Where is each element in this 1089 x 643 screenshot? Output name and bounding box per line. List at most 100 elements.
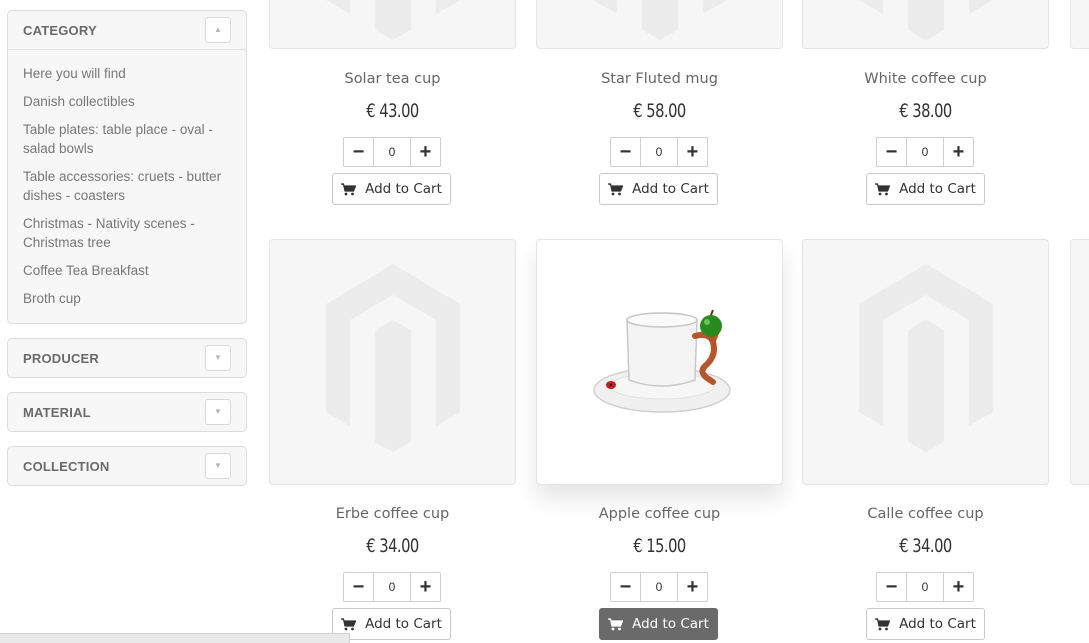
category-item[interactable]: Danish collectibles bbox=[23, 92, 231, 111]
category-filter-panel: CATEGORY ▲ Here you will find Danish col… bbox=[7, 10, 247, 324]
product-image-placeholder[interactable] bbox=[1070, 0, 1089, 49]
shopping-cart-icon bbox=[875, 182, 891, 195]
minus-icon: − bbox=[885, 575, 898, 598]
quantity-input[interactable] bbox=[907, 573, 943, 601]
category-item[interactable]: Coffee Tea Breakfast bbox=[23, 261, 231, 280]
category-item[interactable]: Broth cup bbox=[23, 289, 231, 308]
product-name[interactable]: Calle coffee cup bbox=[802, 506, 1049, 522]
placeholder-logo-icon bbox=[859, 0, 993, 40]
producer-filter-panel[interactable]: PRODUCER ▼ bbox=[7, 338, 247, 378]
decrease-quantity-button[interactable]: − bbox=[611, 573, 641, 601]
quantity-stepper: − + bbox=[343, 137, 441, 167]
product-name[interactable]: Star Fluted mug bbox=[536, 71, 783, 87]
shopping-cart-icon bbox=[875, 617, 891, 630]
product-image-placeholder[interactable] bbox=[1070, 239, 1089, 485]
chevron-down-icon: ▼ bbox=[214, 407, 222, 416]
quantity-stepper: − + bbox=[876, 137, 974, 167]
decrease-quantity-button[interactable]: − bbox=[877, 573, 907, 601]
shopping-cart-icon bbox=[341, 617, 357, 630]
material-filter-panel[interactable]: MATERIAL ▼ bbox=[7, 392, 247, 432]
plus-icon: + bbox=[686, 575, 699, 598]
decrease-quantity-button[interactable]: − bbox=[344, 573, 374, 601]
browser-status-bar bbox=[0, 633, 350, 643]
product-price: € 34.00 bbox=[899, 535, 952, 557]
producer-filter-header[interactable]: PRODUCER ▼ bbox=[8, 339, 246, 377]
add-to-cart-button[interactable]: Add to Cart bbox=[866, 608, 985, 640]
add-to-cart-button[interactable]: Add to Cart bbox=[599, 173, 718, 205]
placeholder-logo-icon bbox=[326, 0, 460, 40]
add-to-cart-label: Add to Cart bbox=[632, 616, 709, 632]
quantity-input[interactable] bbox=[374, 573, 410, 601]
category-item[interactable]: Here you will find bbox=[23, 64, 231, 83]
minus-icon: − bbox=[885, 140, 898, 163]
product-image[interactable] bbox=[536, 239, 783, 485]
add-to-cart-button[interactable]: Add to Cart bbox=[599, 608, 718, 640]
quantity-stepper: − + bbox=[876, 572, 974, 602]
plus-icon: + bbox=[686, 140, 699, 163]
plus-icon: + bbox=[952, 140, 965, 163]
add-to-cart-label: Add to Cart bbox=[899, 181, 976, 197]
decrease-quantity-button[interactable]: − bbox=[611, 138, 641, 166]
plus-icon: + bbox=[419, 140, 432, 163]
collapse-category-button[interactable]: ▲ bbox=[205, 17, 231, 43]
category-item[interactable]: Table plates: table place - oval - salad… bbox=[23, 120, 231, 158]
product-name[interactable]: Erbe coffee cup bbox=[269, 506, 516, 522]
product-price: € 58.00 bbox=[633, 100, 686, 122]
chevron-down-icon: ▼ bbox=[214, 353, 222, 362]
product-image-placeholder[interactable] bbox=[536, 0, 783, 49]
increase-quantity-button[interactable]: + bbox=[677, 138, 707, 166]
category-item[interactable]: Christmas - Nativity scenes - Christmas … bbox=[23, 214, 231, 252]
product-image-placeholder[interactable] bbox=[269, 239, 516, 485]
increase-quantity-button[interactable]: + bbox=[943, 573, 973, 601]
product-image-placeholder[interactable] bbox=[802, 0, 1049, 49]
expand-producer-button[interactable]: ▼ bbox=[205, 345, 231, 371]
shopping-cart-icon bbox=[608, 617, 624, 630]
collection-filter-panel[interactable]: COLLECTION ▼ bbox=[7, 446, 247, 486]
product-image-placeholder[interactable] bbox=[269, 0, 516, 49]
product-name[interactable]: White coffee cup bbox=[802, 71, 1049, 87]
increase-quantity-button[interactable]: + bbox=[943, 138, 973, 166]
add-to-cart-button[interactable]: Add to Cart bbox=[332, 173, 451, 205]
increase-quantity-button[interactable]: + bbox=[410, 573, 440, 601]
quantity-stepper: − + bbox=[343, 572, 441, 602]
quantity-input[interactable] bbox=[641, 138, 677, 166]
material-filter-title: MATERIAL bbox=[23, 404, 91, 420]
placeholder-logo-icon bbox=[593, 0, 727, 40]
collection-filter-header[interactable]: COLLECTION ▼ bbox=[8, 447, 246, 485]
product-name[interactable]: Apple coffee cup bbox=[536, 506, 783, 522]
chevron-up-icon: ▲ bbox=[214, 25, 222, 34]
category-filter-title: CATEGORY bbox=[23, 22, 97, 38]
product-name[interactable]: Solar tea cup bbox=[269, 71, 516, 87]
placeholder-logo-icon bbox=[326, 264, 460, 452]
quantity-input[interactable] bbox=[907, 138, 943, 166]
quantity-input[interactable] bbox=[374, 138, 410, 166]
glass-coffee-cup-image bbox=[593, 309, 731, 413]
category-item[interactable]: Table accessories: cruets - butter dishe… bbox=[23, 167, 231, 205]
increase-quantity-button[interactable]: + bbox=[410, 138, 440, 166]
category-filter-header[interactable]: CATEGORY ▲ bbox=[8, 11, 246, 49]
minus-icon: − bbox=[619, 575, 632, 598]
add-to-cart-label: Add to Cart bbox=[365, 181, 442, 197]
increase-quantity-button[interactable]: + bbox=[677, 573, 707, 601]
shopping-cart-icon bbox=[608, 182, 624, 195]
add-to-cart-button[interactable]: Add to Cart bbox=[866, 173, 985, 205]
plus-icon: + bbox=[419, 575, 432, 598]
producer-filter-title: PRODUCER bbox=[23, 350, 99, 366]
minus-icon: − bbox=[619, 140, 632, 163]
product-price: € 15.00 bbox=[633, 535, 686, 557]
decrease-quantity-button[interactable]: − bbox=[344, 138, 374, 166]
expand-collection-button[interactable]: ▼ bbox=[205, 453, 231, 479]
quantity-stepper: − + bbox=[610, 137, 708, 167]
add-to-cart-label: Add to Cart bbox=[632, 181, 709, 197]
quantity-stepper: − + bbox=[610, 572, 708, 602]
quantity-input[interactable] bbox=[641, 573, 677, 601]
chevron-down-icon: ▼ bbox=[214, 461, 222, 470]
decrease-quantity-button[interactable]: − bbox=[877, 138, 907, 166]
material-filter-header[interactable]: MATERIAL ▼ bbox=[8, 393, 246, 431]
expand-material-button[interactable]: ▼ bbox=[205, 399, 231, 425]
product-price: € 34.00 bbox=[366, 535, 419, 557]
placeholder-logo-icon bbox=[859, 264, 993, 452]
product-price: € 43.00 bbox=[366, 100, 419, 122]
product-image-placeholder[interactable] bbox=[802, 239, 1049, 485]
collection-filter-title: COLLECTION bbox=[23, 458, 110, 474]
